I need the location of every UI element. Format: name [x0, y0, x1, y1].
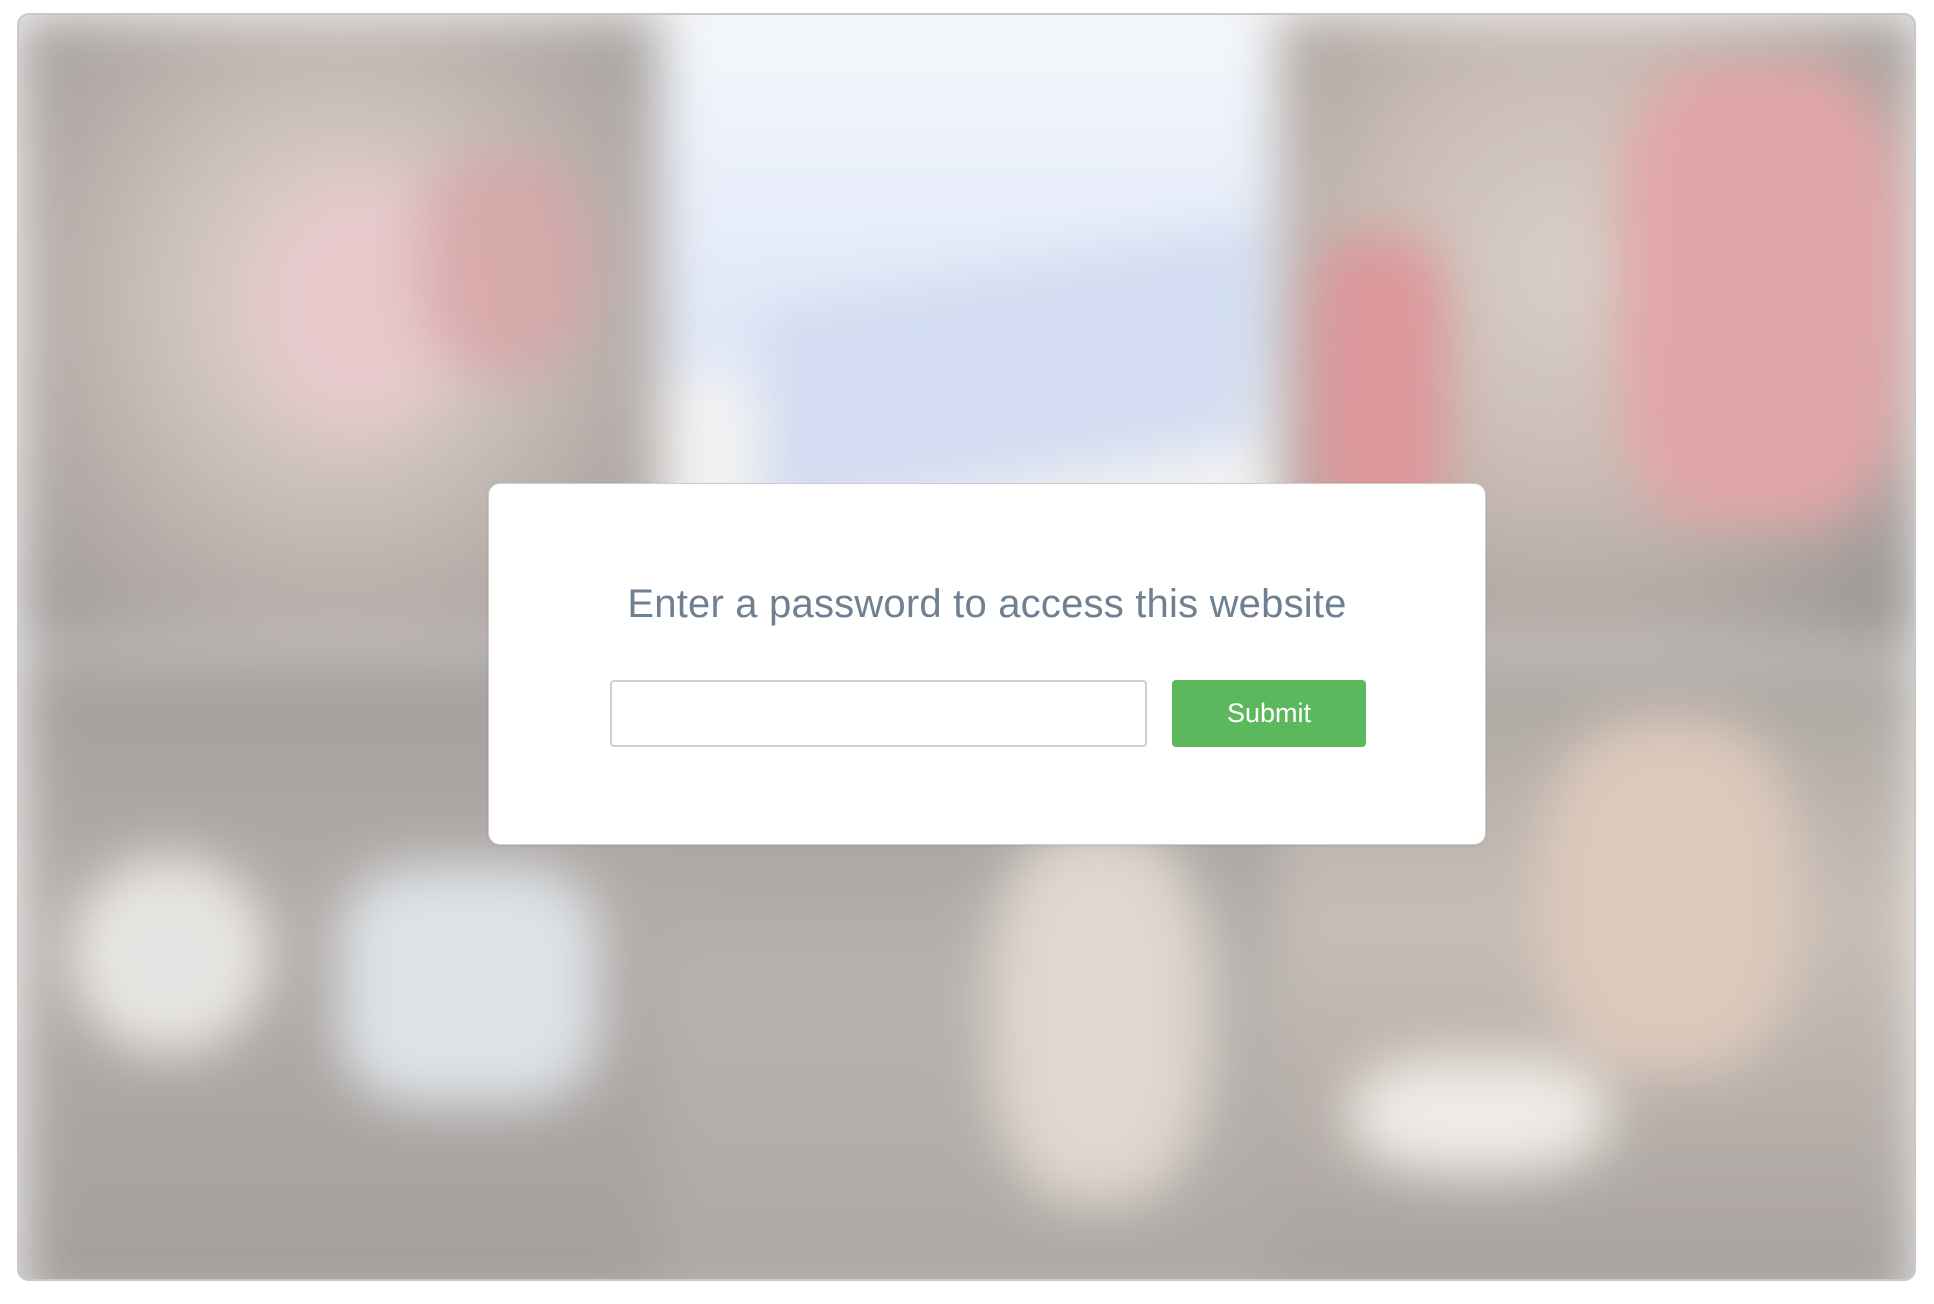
submit-button[interactable]: Submit — [1172, 680, 1366, 747]
browser-frame: Enter a password to access this website … — [17, 13, 1916, 1281]
password-prompt-title: Enter a password to access this website — [627, 582, 1347, 626]
password-input[interactable] — [610, 680, 1147, 747]
password-dialog: Enter a password to access this website … — [488, 483, 1486, 845]
